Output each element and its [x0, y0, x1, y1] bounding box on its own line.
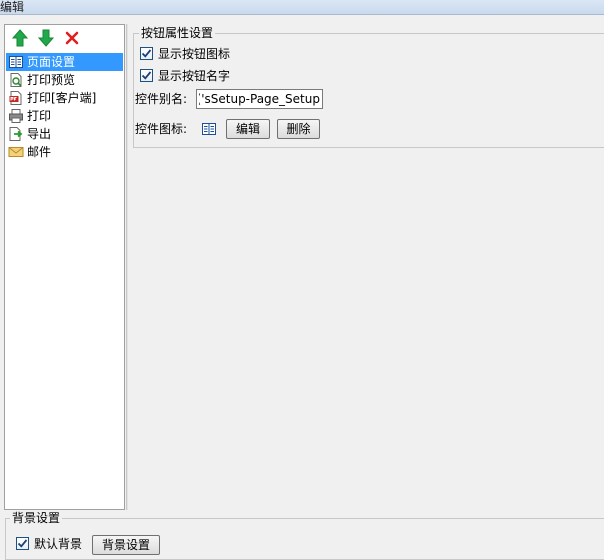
group-title: 按钮属性设置: [139, 25, 216, 41]
page-setup-icon: [9, 56, 23, 68]
alias-label: 控件别名:: [135, 92, 188, 106]
tree-item-print-preview[interactable]: 打印预览: [6, 71, 123, 89]
button-tree: 页面设置 打印预览 打印[客户端] 打印 导出 邮件: [6, 53, 123, 161]
title-bar: 编辑: [0, 0, 604, 15]
close-icon: [65, 31, 79, 45]
printer-icon: [9, 109, 23, 123]
move-up-button[interactable]: [11, 28, 29, 48]
checkbox-box[interactable]: [140, 47, 153, 60]
edit-icon-button[interactable]: 编辑: [226, 119, 270, 139]
arrow-down-icon: [37, 29, 55, 47]
delete-icon-button[interactable]: 删除: [277, 119, 320, 139]
button-properties-group: 按钮属性设置 显示按钮图标 显示按钮名字 控件别名: 控件图标:: [133, 25, 604, 148]
group-title: 背景设置: [10, 510, 63, 526]
checkbox-box[interactable]: [16, 537, 29, 550]
alias-input[interactable]: [196, 89, 323, 109]
window-title: 编辑: [0, 0, 25, 14]
tree-item-export[interactable]: 导出: [6, 125, 123, 143]
properties-panel: 按钮属性设置 显示按钮图标 显示按钮名字 控件别名: 控件图标:: [128, 24, 604, 510]
tree-item-print-client[interactable]: 打印[客户端]: [6, 89, 123, 107]
arrow-up-icon: [11, 29, 29, 47]
tree-item-page-setup[interactable]: 页面设置: [6, 53, 123, 71]
move-down-button[interactable]: [37, 28, 55, 48]
tree-item-label: 打印: [27, 109, 52, 123]
tree-item-label: 页面设置: [27, 55, 76, 69]
page-setup-icon: [202, 123, 216, 135]
checkbox-box[interactable]: [140, 69, 153, 82]
delete-item-button[interactable]: [63, 28, 81, 48]
tree-item-mail[interactable]: 邮件: [6, 143, 123, 161]
tree-item-label: 导出: [27, 127, 52, 141]
checkmark-icon: [141, 71, 152, 80]
tree-item-label: 邮件: [27, 145, 52, 159]
tree-item-label: 打印预览: [27, 73, 76, 87]
checkbox-label: 显示按钮图标: [158, 47, 231, 61]
background-settings-group: 背景设置 默认背景 背景设置: [5, 510, 604, 560]
checkbox-label: 显示按钮名字: [158, 69, 231, 83]
print-preview-icon: [10, 73, 22, 87]
checkbox-label: 默认背景: [34, 537, 83, 551]
checkmark-icon: [141, 49, 152, 58]
tree-item-label: 打印[客户端]: [27, 91, 97, 105]
pdf-file-icon: [9, 91, 22, 105]
icon-label: 控件图标:: [135, 122, 188, 136]
button-list-panel: 页面设置 打印预览 打印[客户端] 打印 导出 邮件: [4, 24, 125, 510]
checkmark-icon: [17, 539, 28, 548]
export-icon: [9, 127, 23, 141]
background-settings-button[interactable]: 背景设置: [92, 535, 160, 555]
mail-icon: [8, 147, 24, 157]
tree-item-print[interactable]: 打印: [6, 107, 123, 125]
